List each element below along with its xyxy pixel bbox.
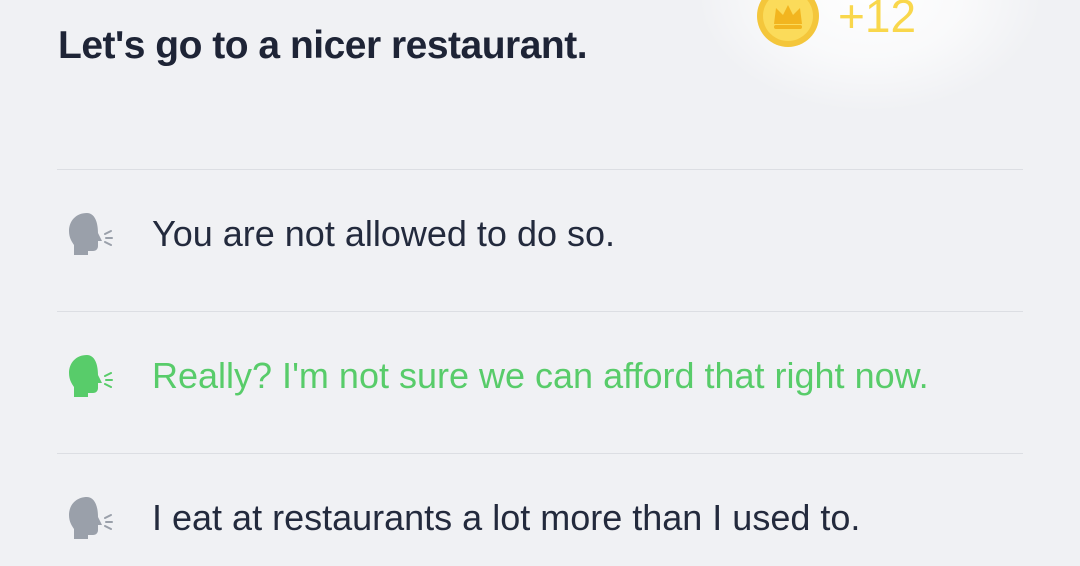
answer-option-text: I eat at restaurants a lot more than I u… [152, 497, 861, 538]
answer-option-2-correct[interactable]: Really? I'm not sure we can afford that … [57, 316, 1023, 436]
divider [57, 169, 1023, 170]
speaking-head-icon [69, 497, 113, 539]
reward-indicator: +12 [756, 0, 917, 47]
prompt-sentence: Let's go to a nicer restaurant. [58, 24, 588, 67]
divider [57, 311, 1023, 312]
speaking-head-icon [69, 355, 113, 397]
crown-coin-icon [757, 0, 819, 47]
speaking-head-icon [69, 213, 113, 255]
divider [57, 453, 1023, 454]
exercise-screen: +12 Let's go to a nicer restaurant. You … [0, 0, 1080, 566]
reward-amount: +12 [838, 0, 917, 42]
answer-option-3[interactable]: I eat at restaurants a lot more than I u… [57, 458, 1023, 566]
answer-option-text: You are not allowed to do so. [152, 213, 616, 254]
answer-option-1[interactable]: You are not allowed to do so. [57, 174, 1023, 294]
answer-option-text: Really? I'm not sure we can afford that … [152, 355, 929, 396]
